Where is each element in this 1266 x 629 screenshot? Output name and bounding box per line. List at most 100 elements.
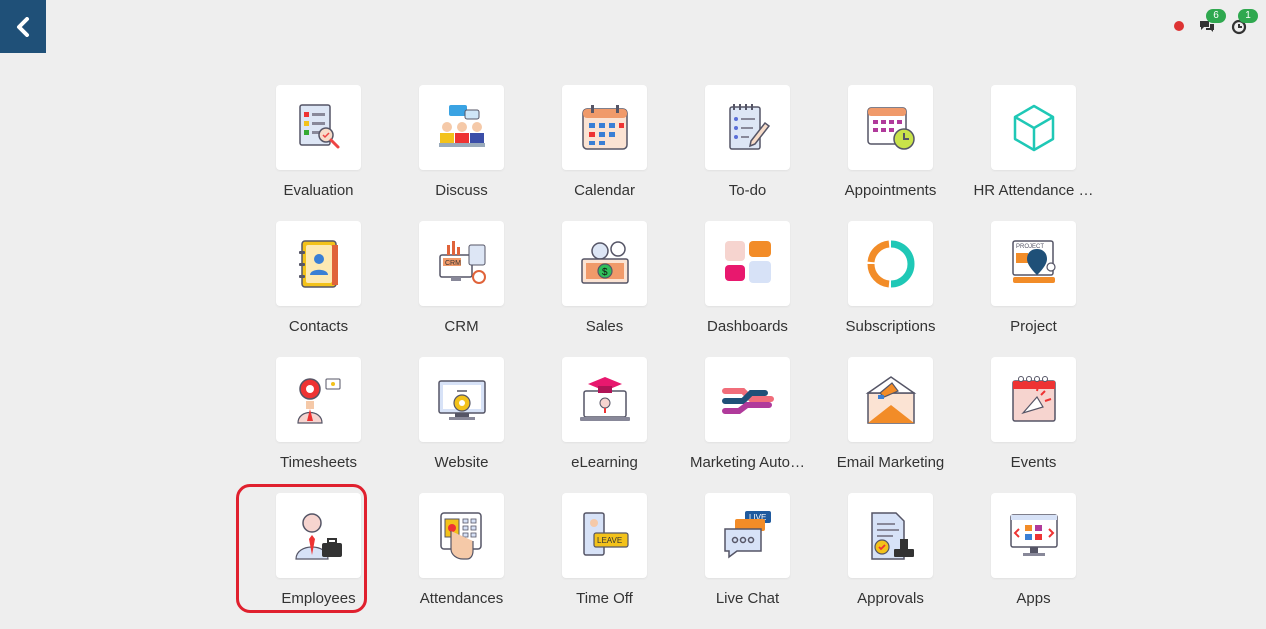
sales-icon: $ xyxy=(580,240,629,284)
app-crm[interactable]: CRM CRM xyxy=(390,221,533,357)
hr-attendance-icon xyxy=(1013,104,1054,151)
app-sales[interactable]: $ Sales xyxy=(533,221,676,357)
app-tile[interactable] xyxy=(419,357,504,442)
activities-menu[interactable]: 1 xyxy=(1230,9,1258,35)
dashboards-icon xyxy=(724,240,771,283)
app-label: Email Marketing xyxy=(836,454,945,471)
app-attendances[interactable]: Attendances xyxy=(390,493,533,629)
app-project[interactable]: PROJECT Project xyxy=(962,221,1105,357)
app-tile[interactable] xyxy=(991,85,1076,170)
app-tile[interactable] xyxy=(276,357,361,442)
live-chat-icon: LIVE xyxy=(723,510,771,558)
back-button[interactable] xyxy=(0,0,46,53)
app-subscriptions[interactable]: Subscriptions xyxy=(819,221,962,357)
website-icon xyxy=(437,379,486,420)
app-label: Events xyxy=(1010,454,1057,471)
app-label: Calendar xyxy=(574,182,635,199)
app-tile[interactable] xyxy=(991,357,1076,442)
app-tile[interactable] xyxy=(562,357,647,442)
email-marketing-icon xyxy=(865,375,916,424)
elearning-icon xyxy=(579,376,630,421)
appointments-icon xyxy=(866,106,915,150)
app-email-marketing[interactable]: Email Marketing xyxy=(819,357,962,493)
status-indicator[interactable] xyxy=(1174,21,1184,31)
app-calendar[interactable]: Calendar xyxy=(533,85,676,221)
app-tile[interactable] xyxy=(848,85,933,170)
timesheets-icon xyxy=(296,377,340,424)
app-tile[interactable]: CRM xyxy=(419,221,504,306)
app-tile[interactable] xyxy=(991,493,1076,578)
app-approvals[interactable]: Approvals xyxy=(819,493,962,629)
app-tile[interactable]: $ xyxy=(562,221,647,306)
app-tile[interactable] xyxy=(276,221,361,306)
app-label: Sales xyxy=(585,318,624,335)
app-label: Appointments xyxy=(844,182,937,199)
app-events[interactable]: Events xyxy=(962,357,1105,493)
apps-icon xyxy=(1009,513,1058,556)
app-elearning[interactable]: eLearning xyxy=(533,357,676,493)
app-apps[interactable]: Apps xyxy=(962,493,1105,629)
app-time-off[interactable]: LEAVE Time Off xyxy=(533,493,676,629)
app-todo[interactable]: To-do xyxy=(676,85,819,221)
app-evaluation[interactable]: Evaluation xyxy=(247,85,390,221)
app-tile[interactable] xyxy=(705,85,790,170)
app-label: Dashboards xyxy=(707,318,788,335)
app-hr-attendance[interactable]: HR Attendance … xyxy=(962,85,1105,221)
app-marketing-automation[interactable]: Marketing Auto… xyxy=(676,357,819,493)
app-appointments[interactable]: Appointments xyxy=(819,85,962,221)
app-label: Subscriptions xyxy=(845,318,936,335)
app-label: To-do xyxy=(728,182,767,199)
app-label: HR Attendance … xyxy=(973,182,1094,199)
app-discuss[interactable]: Discuss xyxy=(390,85,533,221)
app-tile[interactable] xyxy=(848,493,933,578)
project-icon: PROJECT xyxy=(1011,239,1056,283)
messages-badge: 6 xyxy=(1206,9,1226,23)
app-tile[interactable]: LEAVE xyxy=(562,493,647,578)
app-label: Timesheets xyxy=(280,454,357,471)
approvals-icon xyxy=(870,511,914,560)
app-tile[interactable] xyxy=(705,221,790,306)
svg-text:PROJECT: PROJECT xyxy=(1016,244,1044,250)
svg-text:CRM: CRM xyxy=(445,260,461,267)
app-dashboards[interactable]: Dashboards xyxy=(676,221,819,357)
app-label: Apps xyxy=(1016,590,1051,607)
app-grid: Evaluation Discuss Calendar To-do Appoin… xyxy=(236,85,1105,629)
app-label: Marketing Auto… xyxy=(689,454,806,471)
app-tile[interactable]: LIVE xyxy=(705,493,790,578)
messages-menu[interactable]: 6 xyxy=(1198,9,1226,35)
app-label: Evaluation xyxy=(283,182,354,199)
app-website[interactable]: Website xyxy=(390,357,533,493)
systray: 6 1 xyxy=(1174,9,1258,40)
app-tile[interactable]: PROJECT xyxy=(991,221,1076,306)
app-tile[interactable] xyxy=(276,493,361,578)
svg-text:LEAVE: LEAVE xyxy=(597,536,622,545)
calendar-icon xyxy=(581,104,628,150)
app-label: Live Chat xyxy=(715,590,780,607)
app-tile[interactable] xyxy=(848,357,933,442)
marketing-automation-icon xyxy=(721,387,774,414)
app-tile[interactable] xyxy=(276,85,361,170)
app-label: Approvals xyxy=(857,590,924,607)
employees-icon xyxy=(294,512,342,560)
app-label: Attendances xyxy=(419,590,504,607)
app-tile[interactable] xyxy=(419,85,504,170)
app-contacts[interactable]: Contacts xyxy=(247,221,390,357)
subscriptions-icon xyxy=(866,240,914,287)
app-timesheets[interactable]: Timesheets xyxy=(247,357,390,493)
app-label: Project xyxy=(1010,318,1057,335)
time-off-icon: LEAVE xyxy=(582,511,629,556)
chevron-left-icon xyxy=(17,16,29,37)
app-tile[interactable] xyxy=(562,85,647,170)
app-tile[interactable] xyxy=(848,221,933,306)
app-label: Discuss xyxy=(435,182,488,199)
app-live-chat[interactable]: LIVE Live Chat xyxy=(676,493,819,629)
app-label: eLearning xyxy=(571,454,638,471)
crm-icon: CRM xyxy=(438,240,486,284)
svg-text:$: $ xyxy=(602,267,608,278)
app-tile[interactable] xyxy=(419,493,504,578)
app-employees[interactable]: Employees xyxy=(236,484,390,629)
app-label: Time Off xyxy=(576,590,633,607)
discuss-icon xyxy=(438,104,485,147)
app-tile[interactable] xyxy=(705,357,790,442)
app-label: Website xyxy=(434,454,489,471)
